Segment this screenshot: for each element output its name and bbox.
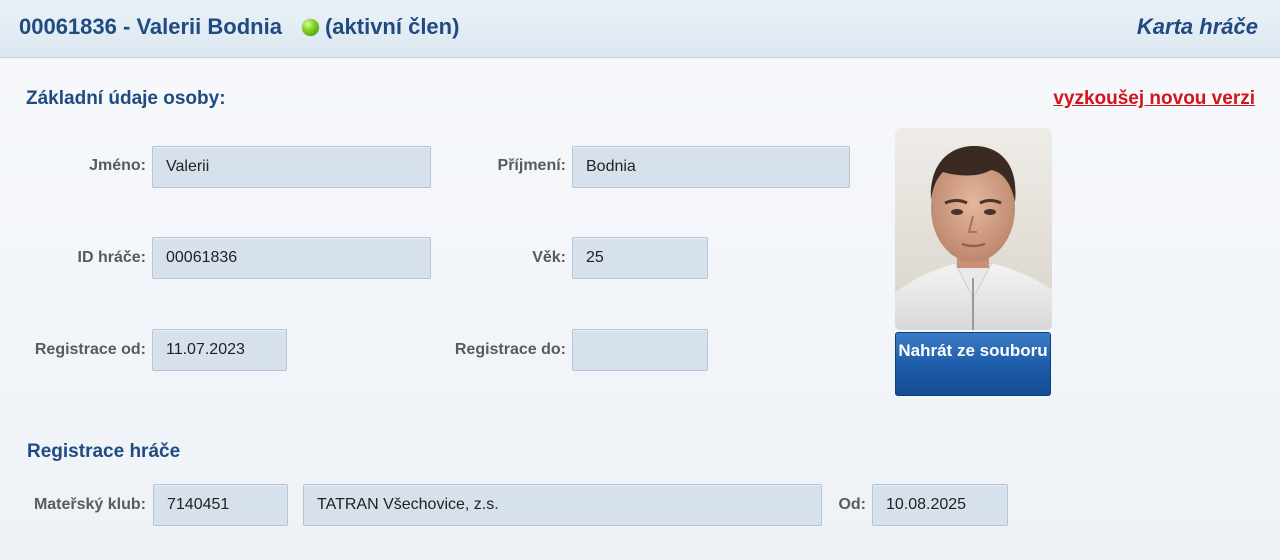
first-name-label: Jméno: (89, 157, 146, 174)
basic-info-title: Základní údaje osoby: (26, 88, 226, 109)
player-title: 00061836 - Valerii Bodnia (aktivní člen) (19, 14, 459, 40)
player-name-heading: Valerii Bodnia (136, 14, 282, 39)
age-label: Věk: (532, 249, 566, 266)
membership-status: (aktivní člen) (324, 14, 460, 39)
player-id-field[interactable]: 00061836 (152, 237, 431, 279)
age-field[interactable]: 25 (572, 237, 708, 279)
player-photo (895, 128, 1052, 330)
new-version-link[interactable]: vyzkoušej novou verzi (1053, 88, 1255, 110)
player-id-label: ID hráče: (77, 249, 146, 266)
since-date-field[interactable]: 10.08.2025 (872, 484, 1008, 526)
page-header: 00061836 - Valerii Bodnia (aktivní člen)… (0, 0, 1280, 58)
status-indicator-icon (301, 18, 319, 36)
registration-to-field[interactable] (572, 329, 708, 371)
title-separator: - (116, 14, 137, 39)
upload-photo-button[interactable]: Nahrát ze souboru (895, 332, 1051, 396)
player-registration-title: Registrace hráče (27, 441, 181, 462)
registration-from-field[interactable]: 11.07.2023 (152, 329, 287, 371)
last-name-field[interactable]: Bodnia (572, 146, 850, 188)
club-name-field[interactable]: TATRAN Všechovice, z.s. (303, 484, 822, 526)
player-photo-image (895, 128, 1052, 330)
since-label: Od: (838, 496, 866, 513)
registration-to-label: Registrace do: (454, 341, 566, 358)
last-name-label: Příjmení: (497, 157, 566, 174)
registration-from-label: Registrace od: (34, 341, 146, 358)
first-name-field[interactable]: Valerii (152, 146, 431, 188)
player-id-heading: 00061836 (19, 14, 117, 39)
card-title: Karta hráče (1136, 14, 1258, 39)
club-id-field[interactable]: 7140451 (153, 484, 288, 526)
home-club-label: Mateřský klub: (33, 496, 146, 513)
